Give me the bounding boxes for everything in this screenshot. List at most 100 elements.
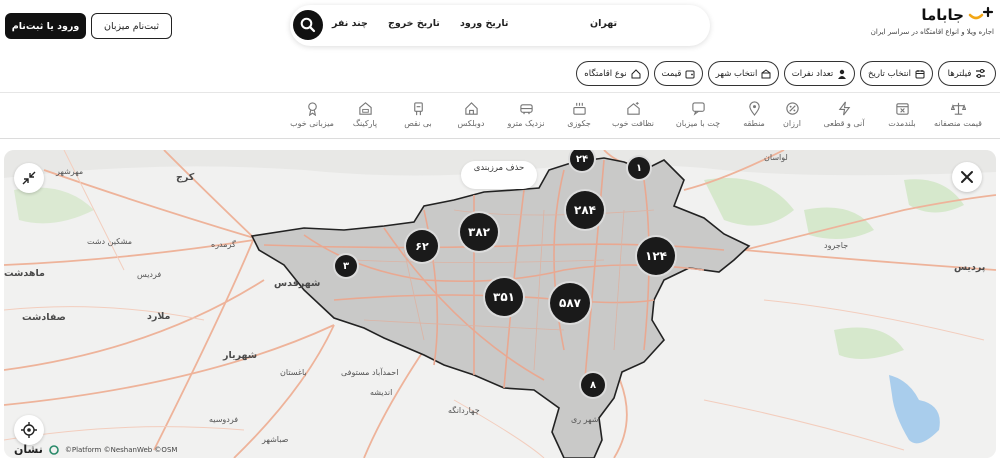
logo-name: جاباما xyxy=(921,6,964,24)
chip-label: فیلترها xyxy=(947,68,972,79)
chip-label: قیمت xyxy=(661,68,682,79)
category-perfect[interactable]: بی نقص xyxy=(390,101,446,128)
city-icon xyxy=(761,68,771,78)
place-label: شهریار xyxy=(223,350,258,361)
category-chat-host[interactable]: چت با میزبان xyxy=(670,101,726,128)
search-button[interactable] xyxy=(293,10,323,40)
category-near-metro[interactable]: نزدیک مترو xyxy=(498,101,554,128)
cluster-marker[interactable]: ۳ xyxy=(333,253,359,279)
category-label: قیمت منصفانه xyxy=(934,119,982,128)
cluster-marker[interactable]: ۸ xyxy=(579,371,607,399)
neshan-mark-icon xyxy=(49,444,59,455)
place-label: باغستان xyxy=(280,368,307,377)
chat-icon xyxy=(691,102,705,116)
scale-icon xyxy=(950,102,966,115)
host-signup-button[interactable]: ثبت‌نام میزبان xyxy=(91,13,172,39)
place-label: شهرقدس xyxy=(274,278,321,289)
chip-label: انتخاب تاریخ xyxy=(868,68,911,79)
place-label: مشکین دشت xyxy=(87,237,133,246)
category-label: پارکینگ xyxy=(352,119,378,128)
place-label: صباشهر xyxy=(262,435,289,444)
place-label: کرج xyxy=(176,172,195,183)
place-label: مهرشهر xyxy=(56,167,84,176)
category-clean[interactable]: نظافت خوب xyxy=(605,101,661,128)
category-label: بلندمدت xyxy=(888,119,916,128)
checkout-field[interactable]: تاریخ خروج xyxy=(388,18,440,29)
cluster-marker[interactable]: ۶۲ xyxy=(404,228,440,264)
perfect-icon xyxy=(413,102,423,116)
place-label: لواسان xyxy=(764,153,788,162)
filters-chip[interactable]: فیلترها xyxy=(938,61,996,86)
checkin-field[interactable]: تاریخ ورود xyxy=(460,18,508,29)
lightning-icon xyxy=(838,101,850,116)
accommodation-type-chip[interactable]: نوع اقامتگاه xyxy=(576,61,649,86)
cluster-marker[interactable]: ۲۸۴ xyxy=(564,189,606,231)
category-label: جکوزی xyxy=(567,119,591,128)
calendar-x-icon xyxy=(895,103,909,115)
place-label: ملارد xyxy=(147,311,171,322)
place-label: گرمدره xyxy=(211,240,236,249)
category-label: نزدیک مترو xyxy=(507,119,545,128)
cluster-marker[interactable]: ۳۵۱ xyxy=(483,276,525,318)
close-map-button[interactable] xyxy=(952,162,982,192)
category-parking[interactable]: پارکینگ xyxy=(337,101,393,128)
cluster-marker[interactable]: ۵۸۷ xyxy=(548,281,592,325)
category-fair-price[interactable]: قیمت منصفانه xyxy=(930,101,986,128)
logo-tagline: اجاره ویلا و انواع اقامتگاه در سراسر ایر… xyxy=(870,28,994,36)
locate-me-button[interactable] xyxy=(14,415,44,445)
guests-chip[interactable]: تعداد نفرات xyxy=(784,61,855,86)
logo[interactable]: جاباما اجاره ویلا و انواع اقامتگاه در سر… xyxy=(871,6,994,36)
location-icon xyxy=(748,101,760,116)
category-long-term[interactable]: بلندمدت xyxy=(874,101,930,128)
destination-field[interactable]: تهران xyxy=(590,18,617,29)
category-jacuzzi[interactable]: جکوزی xyxy=(551,101,607,128)
header: جاباما اجاره ویلا و انواع اقامتگاه در سر… xyxy=(0,0,1000,55)
guests-field[interactable]: چند نفر xyxy=(332,18,368,29)
remove-bounds-button[interactable]: حذف مرزبندی xyxy=(461,161,537,189)
filter-bar: فیلترها انتخاب تاریخ تعداد نفرات انتخاب … xyxy=(0,55,1000,93)
cluster-marker[interactable]: ۳۸۲ xyxy=(458,211,500,253)
calendar-icon xyxy=(915,69,925,78)
price-chip[interactable]: قیمت xyxy=(654,61,703,86)
collapse-map-button[interactable] xyxy=(14,163,44,193)
category-region[interactable]: منطقه xyxy=(726,101,782,128)
chip-label: نوع اقامتگاه xyxy=(584,68,627,79)
category-label: آنی و قطعی xyxy=(823,119,865,128)
map[interactable]: مهرشهر کرج مشکین دشت گرمدره ماهدشت فردیس… xyxy=(4,150,996,458)
good-host-icon xyxy=(307,102,317,116)
cluster-marker[interactable]: ۱۲۴ xyxy=(635,235,677,277)
search-bar[interactable]: تهران تاریخ ورود تاریخ خروج چند نفر xyxy=(290,5,710,46)
parking-icon xyxy=(358,102,372,115)
house-icon xyxy=(631,68,641,78)
collapse-arrows-icon xyxy=(22,171,36,185)
category-duplex[interactable]: دوبلکس xyxy=(443,101,499,128)
discount-icon xyxy=(785,102,799,115)
category-label: نظافت خوب xyxy=(611,119,655,128)
neshan-logo: نشان xyxy=(14,443,43,456)
search-icon xyxy=(300,17,316,33)
logo-mark-icon xyxy=(968,6,994,24)
jacuzzi-icon xyxy=(572,102,586,115)
city-chip[interactable]: انتخاب شهر xyxy=(708,61,779,86)
place-label: فردوسیه xyxy=(209,415,239,424)
place-label: صفادشت xyxy=(22,312,66,323)
place-label: فردیس xyxy=(137,270,162,279)
place-label: احمدآباد مستوفی xyxy=(341,368,399,377)
date-chip[interactable]: انتخاب تاریخ xyxy=(860,61,933,86)
place-label: جاجرود xyxy=(824,241,849,250)
category-instant[interactable]: آنی و قطعی xyxy=(816,101,872,128)
person-icon xyxy=(838,69,847,79)
place-label: اندیشه xyxy=(370,388,393,397)
category-label: بی نقص xyxy=(404,119,432,128)
login-button[interactable]: ورود یا ثبت‌نام xyxy=(5,13,86,39)
map-attribution: نشان ©Platform ©NeshanWeb ©OSM xyxy=(14,443,177,456)
crosshair-icon xyxy=(21,422,37,438)
category-label: میزبانی خوب xyxy=(290,119,334,128)
clean-house-icon xyxy=(626,101,640,115)
chip-label: تعداد نفرات xyxy=(791,68,834,79)
cluster-marker[interactable]: ۱ xyxy=(626,155,652,181)
attribution-text: ©Platform ©NeshanWeb ©OSM xyxy=(64,445,178,454)
place-label: ماهدشت xyxy=(4,268,45,279)
category-label: چت با میزبان xyxy=(675,119,721,128)
category-good-host[interactable]: میزبانی خوب xyxy=(284,101,340,128)
